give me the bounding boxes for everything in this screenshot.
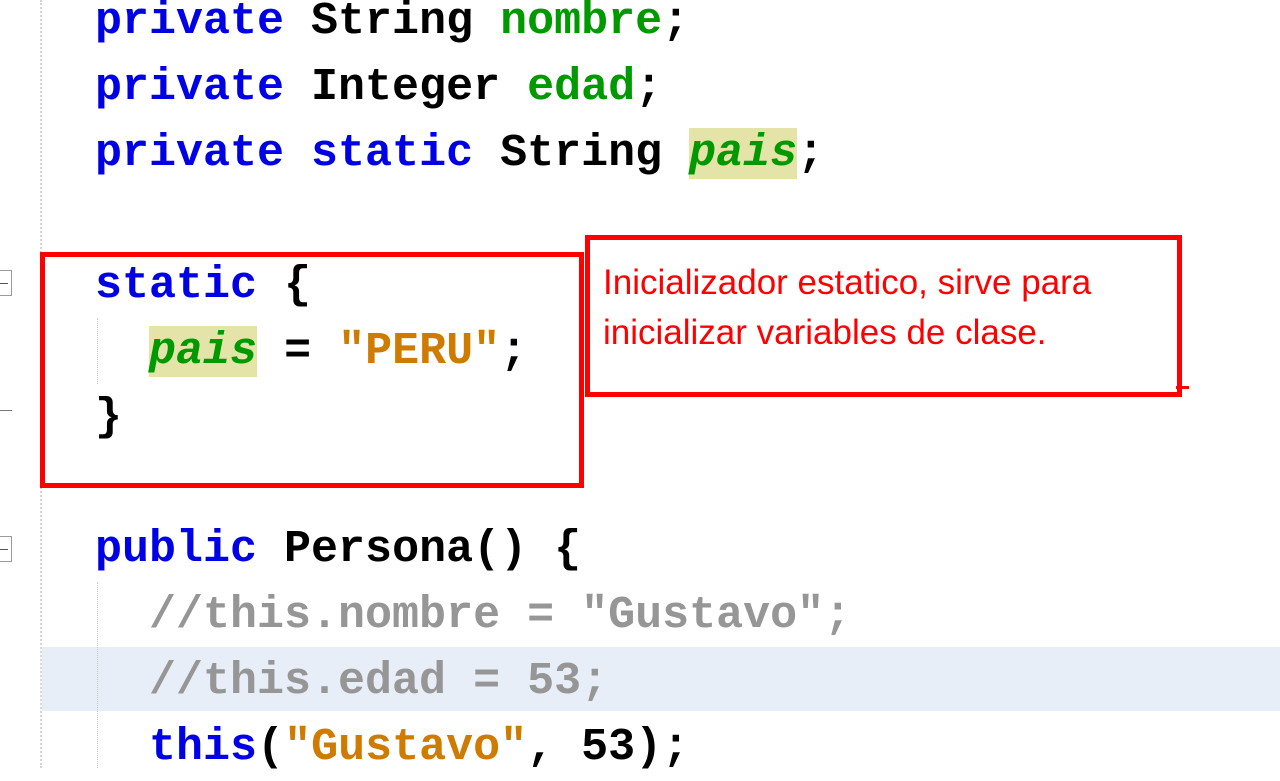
code-line[interactable]: this("Gustavo", 53); [95, 715, 689, 781]
method-name: Persona [284, 524, 474, 575]
punctuation: () [473, 524, 528, 575]
field-name: nombre [500, 0, 663, 47]
code-line[interactable]: private Integer edad; [95, 55, 662, 121]
type-name: String [311, 0, 474, 47]
fold-collapse-icon[interactable] [0, 270, 12, 296]
punctuation: ; [662, 0, 690, 47]
punctuation: ; [797, 128, 825, 179]
static-field-name: pais [689, 128, 798, 179]
comment: //this.nombre = "Gustavo"; [149, 590, 852, 641]
keyword: public [95, 524, 258, 575]
code-line[interactable]: //this.edad = 53; [95, 649, 608, 715]
fold-end-icon [0, 410, 12, 411]
annotation-box-tick [1176, 386, 1189, 389]
punctuation: ; [635, 62, 663, 113]
keyword: private [95, 0, 285, 47]
code-line[interactable]: public Persona() { [95, 517, 581, 583]
punctuation: ( [257, 722, 285, 773]
keyword: static [311, 128, 474, 179]
punctuation: { [554, 524, 582, 575]
annotation-line: inicializar variables de clase. [603, 313, 1047, 352]
string-literal: "Gustavo" [284, 722, 528, 773]
code-line[interactable]: //this.nombre = "Gustavo"; [95, 583, 851, 649]
field-name: edad [527, 62, 636, 113]
comment: //this.edad = 53; [149, 656, 609, 707]
keyword: this [149, 722, 258, 773]
keyword: private [95, 128, 285, 179]
code-line[interactable]: private static String pais; [95, 121, 824, 187]
annotation-text: Inicializador estatico, sirve para inici… [603, 258, 1173, 358]
number-literal: 53 [581, 722, 636, 773]
fold-collapse-icon[interactable] [0, 536, 12, 562]
type-name: Integer [311, 62, 501, 113]
annotation-line: Inicializador estatico, sirve para [603, 263, 1092, 302]
punctuation: ); [635, 722, 690, 773]
type-name: String [500, 128, 663, 179]
code-line[interactable]: private String nombre; [95, 0, 689, 55]
punctuation: , [527, 722, 555, 773]
static-block-callout-box [40, 252, 584, 488]
keyword: private [95, 62, 285, 113]
